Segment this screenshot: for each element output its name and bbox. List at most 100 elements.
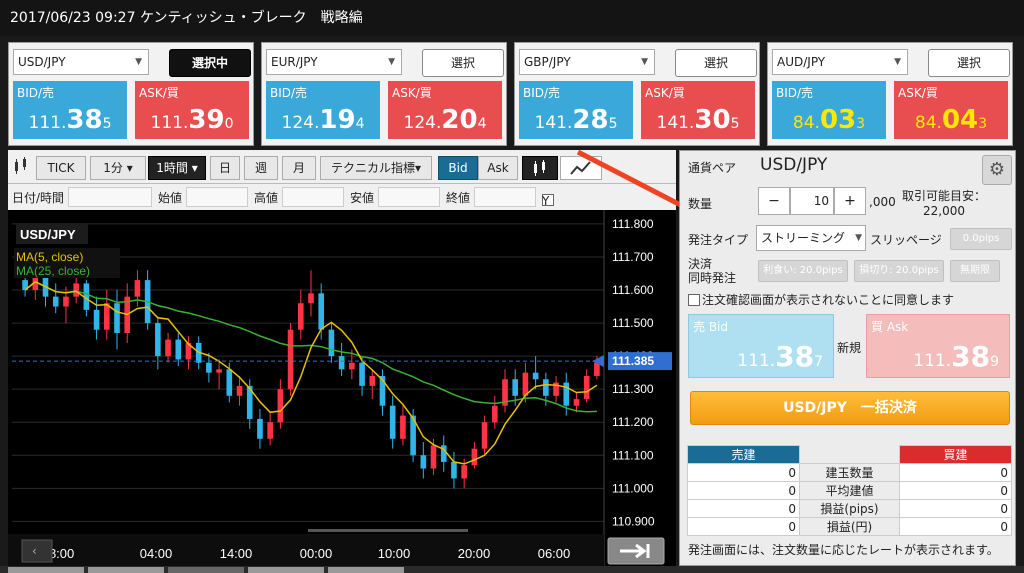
quote-card-eurjpy: EUR/JPY ▼ 選択 BID/売 124.194 ASK/買 124.204: [261, 42, 507, 146]
quantity-plus-button[interactable]: +: [834, 187, 866, 215]
y-tick-label: 111.100: [612, 448, 654, 462]
ask-price: 84.043: [894, 105, 1008, 135]
candle-body: [532, 372, 539, 380]
ask-price-box[interactable]: ASK/買 124.204: [388, 81, 502, 139]
bid-price: 141.285: [519, 105, 633, 135]
bid-price-box[interactable]: BID/売 141.285: [519, 81, 633, 139]
x-tick-label: 10:00: [378, 546, 411, 561]
candle-icon[interactable]: [10, 156, 34, 180]
gear-icon[interactable]: ⚙: [982, 155, 1012, 185]
bottom-tab[interactable]: [8, 567, 84, 573]
candle-body: [226, 369, 233, 396]
quantity-input[interactable]: 10: [790, 187, 834, 215]
symbol-select[interactable]: USD/JPY ▼: [13, 49, 149, 75]
settle-order-label: 決済 同時発注: [688, 257, 736, 285]
select-button[interactable]: 選択中: [169, 49, 251, 77]
table-row: 0 損益(pips) 0: [687, 499, 1012, 518]
candle-body: [216, 369, 222, 373]
candlestick-icon: [534, 160, 545, 176]
ask-price-box[interactable]: ASK/買 111.390: [135, 81, 249, 139]
sell-button[interactable]: 売 Bid 111.387: [688, 314, 834, 378]
bid-price-box[interactable]: BID/売 124.194: [266, 81, 380, 139]
candlestick-chart-button[interactable]: [522, 156, 558, 180]
interval-select-2[interactable]: 1時間 ▾: [148, 156, 206, 180]
candle-body: [583, 375, 590, 400]
bottom-tab[interactable]: [168, 567, 244, 573]
quote-card-audjpy: AUD/JPY ▼ 選択 BID/売 84.033 ASK/買 84.043: [767, 42, 1013, 146]
order-type-value: ストリーミング: [761, 231, 846, 245]
y-tick-label: 111.700: [612, 250, 654, 264]
price-prefix: 84.: [914, 113, 942, 133]
week-button[interactable]: 週: [244, 156, 278, 180]
stop-loss-button[interactable]: 損切り: 20.0pips: [854, 260, 944, 282]
bottom-tab[interactable]: [328, 567, 404, 573]
price-main: 19: [319, 105, 356, 135]
low-value: [378, 187, 440, 207]
candle-body: [134, 280, 141, 297]
candle-body: [573, 399, 580, 406]
table-row: 0 建玉数量 0: [687, 463, 1012, 482]
candle-body: [236, 385, 243, 396]
datetime-label: 日付/時間: [12, 191, 65, 205]
chart-canvas: 111.800111.700111.600111.500111.400111.3…: [8, 210, 676, 566]
bottom-tab[interactable]: [248, 567, 324, 573]
slippage-input[interactable]: 0.0pips: [950, 228, 1012, 250]
price-suffix: 4: [477, 116, 487, 132]
interval-2-label: 1時間: [156, 161, 188, 175]
agree-checkbox[interactable]: 注文確認画面が表示されないことに同意します: [688, 291, 954, 308]
bottom-tab-bar: [0, 566, 1024, 573]
expiry-button[interactable]: 無期限: [950, 260, 1000, 282]
quantity-minus-button[interactable]: −: [758, 187, 790, 215]
candle-body: [491, 405, 498, 423]
bulk-settle-button[interactable]: USD/JPY 一括決済: [690, 391, 1010, 425]
bid-price-box[interactable]: BID/売 111.385: [13, 81, 127, 139]
bid-price-box[interactable]: BID/売 84.033: [772, 81, 886, 139]
price-prefix: 111.: [28, 113, 67, 133]
order-type-select[interactable]: ストリーミング ▼: [756, 225, 866, 251]
price-suffix: 3: [856, 116, 866, 132]
row-label: 損益(円): [799, 517, 900, 536]
ask-price-box[interactable]: ASK/買 141.305: [641, 81, 755, 139]
candle-body: [206, 362, 212, 373]
order-panel: 通貨ペア USD/JPY ⚙ 数量 − 10 + ,000 取引可能目安： 22,…: [679, 150, 1016, 566]
row-label: 損益(pips): [799, 499, 900, 518]
select-button[interactable]: 選択: [928, 49, 1010, 77]
bid-label: BID/売: [270, 86, 308, 100]
bid-price: 84.033: [772, 105, 886, 135]
chevron-left-icon: ‹: [32, 544, 37, 558]
buy-value: 0: [899, 481, 1012, 500]
bid-toggle[interactable]: Bid: [438, 156, 478, 180]
symbol-select[interactable]: EUR/JPY ▼: [266, 49, 402, 75]
candle-body: [471, 448, 478, 466]
ask-label: ASK/買: [645, 86, 685, 100]
buy-button[interactable]: 買 Ask 111.389: [866, 314, 1010, 378]
candle-body: [594, 362, 600, 376]
select-button[interactable]: 選択: [675, 49, 757, 77]
interval-select-1[interactable]: 1分 ▾: [90, 156, 146, 180]
ask-price-box[interactable]: ASK/買 84.043: [894, 81, 1008, 139]
ask-toggle[interactable]: Ask: [478, 156, 518, 180]
low-label: 安値: [350, 191, 375, 205]
bottom-tab[interactable]: [88, 567, 164, 573]
symbol-select[interactable]: AUD/JPY ▼: [772, 49, 908, 75]
symbol-select[interactable]: GBP/JPY ▼: [519, 49, 655, 75]
tick-button[interactable]: TICK: [36, 156, 86, 180]
quantity-label: 数量: [688, 197, 713, 211]
sell-label: 売 Bid: [693, 320, 728, 334]
select-button[interactable]: 選択: [422, 49, 504, 77]
technical-indicator-select[interactable]: テクニカル指標▾: [320, 156, 432, 180]
legend-ma25: MA(25, close): [16, 264, 90, 278]
month-button[interactable]: 月: [282, 156, 316, 180]
bid-price: 111.385: [13, 105, 127, 135]
price-chart[interactable]: 111.800111.700111.600111.500111.400111.3…: [8, 210, 676, 566]
day-button[interactable]: 日: [210, 156, 240, 180]
y-tick-label: 110.900: [612, 514, 655, 528]
candle-body: [389, 405, 396, 439]
chevron-down-icon: ▼: [894, 57, 901, 67]
ask-label: ASK/買: [392, 86, 432, 100]
take-profit-button[interactable]: 利食い: 20.0pips: [758, 260, 848, 282]
price-prefix: 111.: [737, 351, 776, 371]
open-value: [186, 187, 248, 207]
price-main: 20: [441, 105, 478, 135]
candle-body: [328, 329, 335, 357]
